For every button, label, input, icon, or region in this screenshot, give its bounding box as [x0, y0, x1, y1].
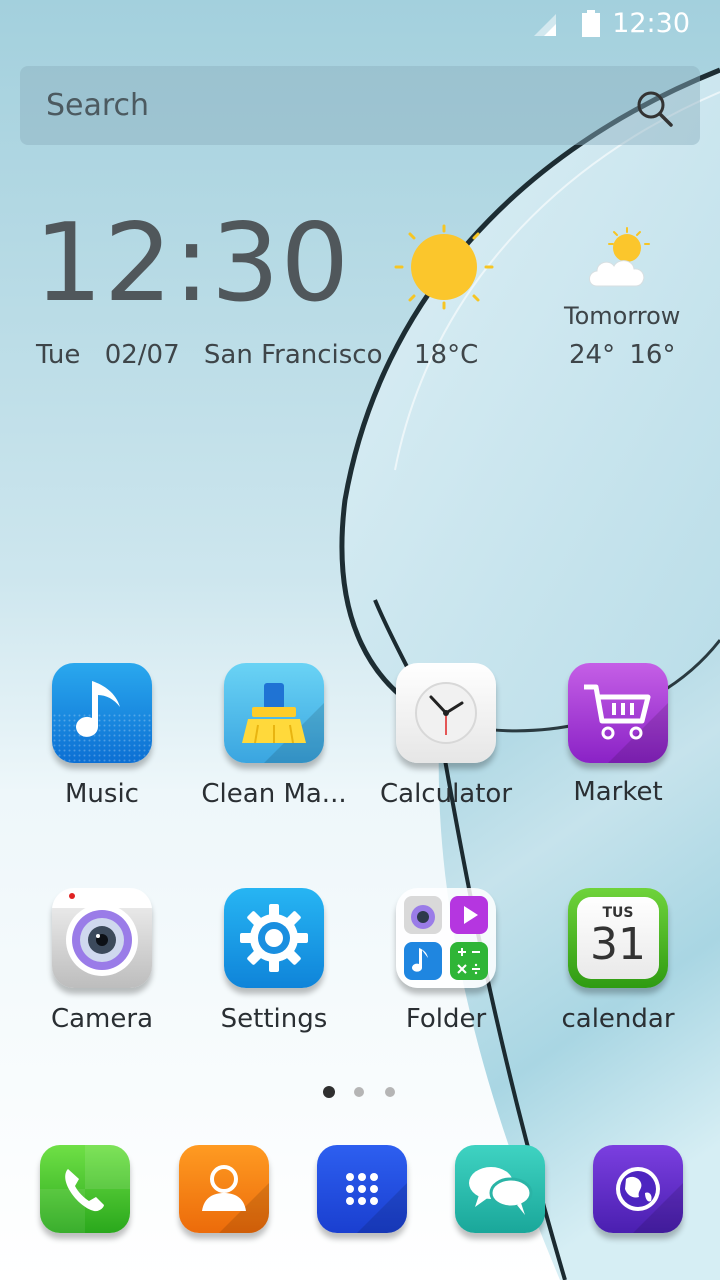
dock-app-drawer[interactable] — [317, 1145, 407, 1233]
page-indicator — [0, 1086, 720, 1100]
gear-icon — [224, 888, 324, 988]
app-label: Folder — [405, 1004, 487, 1034]
tomorrow-low: 16° — [629, 340, 676, 370]
app-label: Clean Ma... — [201, 779, 347, 809]
partly-cloudy-icon — [589, 227, 650, 287]
camera-icon — [52, 888, 152, 988]
app-calendar[interactable]: TUS 31 calendar — [538, 888, 698, 1034]
shopping-cart-icon — [568, 663, 668, 763]
current-temperature: 18°C — [414, 340, 479, 370]
status-time: 12:30 — [612, 8, 690, 39]
contacts-icon — [202, 1165, 269, 1233]
status-bar: 12:30 — [0, 0, 720, 50]
dock-browser[interactable] — [593, 1145, 683, 1233]
calendar-icon: TUS 31 — [568, 888, 668, 988]
search-placeholder: Search — [46, 88, 150, 123]
search-icon[interactable] — [634, 88, 674, 128]
page-dot-3[interactable] — [385, 1087, 395, 1097]
phone-icon — [40, 1145, 130, 1233]
app-camera[interactable]: Camera — [22, 888, 182, 1034]
app-label: Camera — [50, 1004, 154, 1034]
app-grid-icon — [346, 1173, 407, 1233]
page-dot-2[interactable] — [354, 1087, 364, 1097]
tomorrow-label: Tomorrow — [564, 302, 681, 330]
app-label: Market — [573, 777, 663, 807]
tomorrow-high: 24° — [569, 340, 616, 370]
battery-icon — [582, 10, 600, 37]
music-note-icon — [52, 663, 152, 763]
broom-icon — [224, 663, 324, 763]
app-calculator[interactable]: Calculator — [366, 663, 526, 809]
app-music[interactable]: Music — [22, 663, 182, 809]
clock-icon — [396, 663, 496, 763]
sun-icon[interactable] — [392, 222, 496, 312]
clock-date: 02/07 — [104, 340, 180, 370]
chat-bubbles-icon — [469, 1167, 533, 1215]
clock-city: San Francisco — [203, 340, 383, 370]
calendar-page: TUS 31 — [577, 897, 659, 979]
app-market[interactable]: Market — [538, 663, 698, 807]
app-clean-master[interactable]: Clean Ma... — [194, 663, 354, 809]
clock-day: Tue — [36, 340, 81, 370]
app-label: Music — [65, 779, 139, 809]
folder-icon — [396, 888, 496, 988]
globe-icon — [616, 1167, 683, 1233]
app-settings[interactable]: Settings — [194, 888, 354, 1034]
app-label: Settings — [220, 1004, 328, 1034]
page-dot-1[interactable] — [323, 1086, 335, 1098]
dock-messages[interactable] — [455, 1145, 545, 1233]
clock-time[interactable]: 12:30 — [34, 204, 350, 324]
signal-icon — [534, 14, 556, 36]
app-label: Calculator — [379, 779, 513, 809]
dock-contacts[interactable] — [179, 1145, 269, 1233]
app-label: calendar — [561, 1004, 675, 1034]
dock-phone[interactable] — [40, 1145, 130, 1233]
clock-date-row: Tue 02/07 San Francisco — [36, 340, 399, 370]
home-screen: 12:30 Search 12:30 Tue 02/07 San Francis… — [0, 0, 720, 1280]
app-folder[interactable]: Folder — [366, 888, 526, 1034]
calendar-date: 31 — [590, 919, 646, 970]
tomorrow-temperatures: 24° 16° — [569, 340, 675, 370]
search-bar[interactable]: Search — [20, 66, 700, 145]
